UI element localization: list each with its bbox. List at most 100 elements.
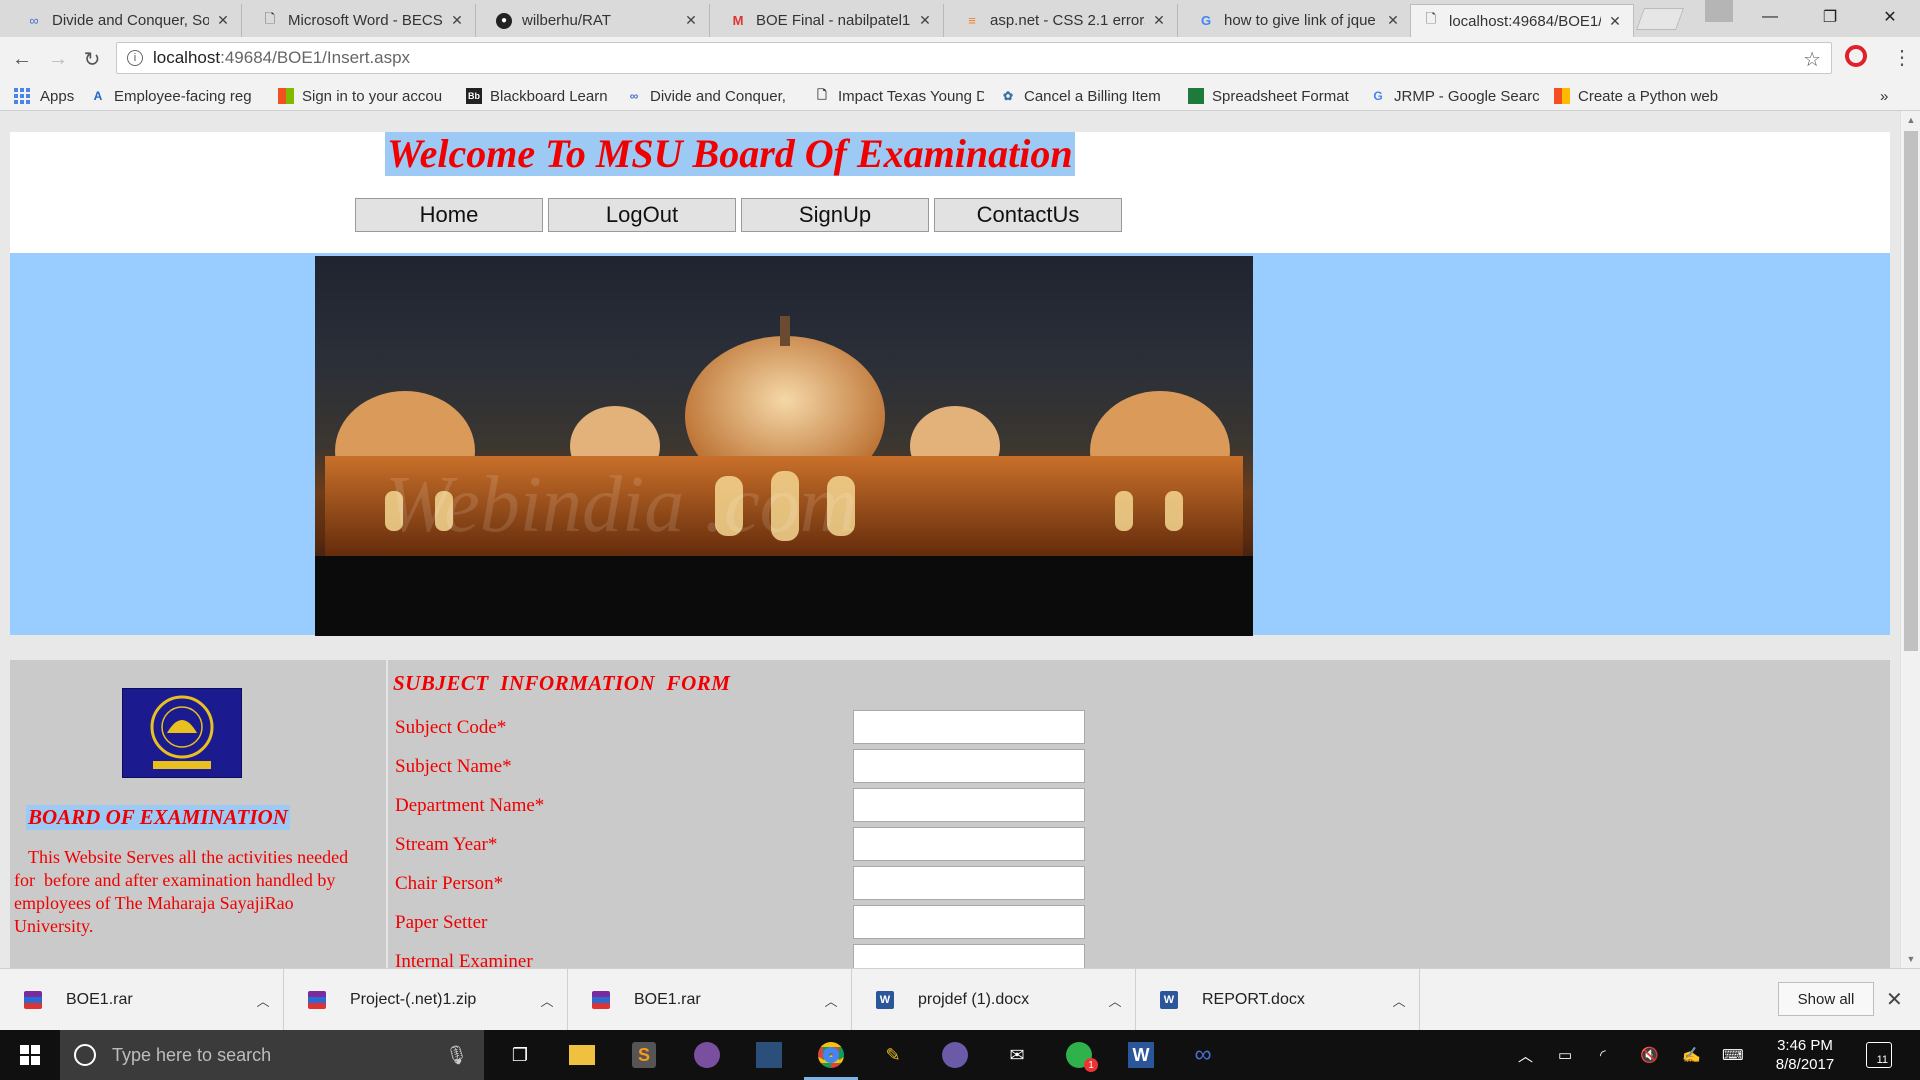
- internal-examiner-input[interactable]: [853, 944, 1085, 968]
- volume-muted-icon[interactable]: 🔇: [1640, 1030, 1659, 1080]
- minimize-icon[interactable]: —: [1740, 0, 1800, 34]
- chrome-icon[interactable]: [804, 1038, 858, 1080]
- close-tab-icon[interactable]: ✕: [1151, 12, 1167, 29]
- restore-icon[interactable]: ❐: [1800, 0, 1860, 34]
- nav-contactus-button[interactable]: ContactUs: [934, 198, 1122, 232]
- taskbar-clock[interactable]: 3:46 PM 8/8/2017: [1760, 1036, 1850, 1074]
- chair-person-input[interactable]: [853, 866, 1085, 900]
- form-row-chair-person: Chair Person*: [395, 866, 1095, 900]
- tab-gmail[interactable]: M BOE Final - nabilpatel1 ✕: [718, 4, 944, 37]
- tab-github-rat[interactable]: ● wilberhu/RAT ✕: [484, 4, 710, 37]
- back-arrow-icon[interactable]: ←: [8, 45, 36, 73]
- nav-logout-button[interactable]: LogOut: [548, 198, 736, 232]
- subject-code-input[interactable]: [853, 710, 1085, 744]
- battery-icon[interactable]: ▭: [1558, 1030, 1572, 1080]
- bookmark-impact-texas[interactable]: 🗋 Impact Texas Young D: [814, 86, 984, 106]
- info-icon[interactable]: i: [127, 50, 143, 66]
- bookmark-spreadsheet[interactable]: Spreadsheet Format: [1188, 86, 1349, 106]
- word-icon[interactable]: W: [1124, 1038, 1158, 1072]
- keyboard-icon[interactable]: ⌨: [1722, 1030, 1744, 1080]
- bookmark-label: JRMP - Google Searc: [1394, 87, 1540, 105]
- close-tab-icon[interactable]: ✕: [917, 12, 933, 29]
- taskbar-search[interactable]: Type here to search 🎙: [60, 1030, 484, 1080]
- address-bar[interactable]: i localhost:49684/BOE1/Insert.aspx ☆: [116, 42, 1832, 74]
- browser-toolbar: ← → ↻ i localhost:49684/BOE1/Insert.aspx…: [0, 37, 1920, 81]
- whatsapp-icon[interactable]: 1: [1062, 1038, 1098, 1072]
- paper-setter-label: Paper Setter: [395, 912, 488, 933]
- infinity-app-icon[interactable]: ∞: [1186, 1038, 1220, 1072]
- forward-arrow-icon[interactable]: →: [44, 45, 72, 73]
- chevron-up-icon[interactable]: ︿: [243, 991, 283, 1010]
- download-filename: BOE1.rar: [634, 991, 701, 1008]
- download-item[interactable]: Project-(.net)1.zip ︿: [284, 969, 568, 1031]
- file-explorer-icon[interactable]: [565, 1038, 599, 1072]
- reload-icon[interactable]: ↻: [78, 45, 106, 73]
- board-heading: BOARD OF EXAMINATION: [26, 805, 290, 830]
- scroll-down-arrow-icon[interactable]: ▼: [1901, 950, 1920, 968]
- microsoft-icon: [278, 88, 294, 104]
- download-item[interactable]: W projdef (1).docx ︿: [852, 969, 1136, 1031]
- visual-studio-icon[interactable]: [752, 1038, 786, 1072]
- scroll-up-arrow-icon[interactable]: ▲: [1901, 111, 1920, 129]
- paper-setter-input[interactable]: [853, 905, 1085, 939]
- show-hidden-icons-icon[interactable]: ︿: [1518, 1030, 1533, 1080]
- menu-icon[interactable]: ⋮: [1892, 45, 1912, 70]
- bookmark-sign-in[interactable]: Sign in to your accou: [278, 86, 450, 106]
- form-row-internal-examiner: Internal Examiner: [395, 944, 1095, 968]
- eclipse-icon[interactable]: [938, 1038, 972, 1072]
- close-tab-icon[interactable]: ✕: [1385, 12, 1401, 29]
- bookmarks-overflow-button[interactable]: »: [1880, 86, 1888, 106]
- nav-home-button[interactable]: Home: [355, 198, 543, 232]
- bookmark-divide-and-conquer[interactable]: ∞ Divide and Conquer,: [626, 86, 792, 106]
- microphone-icon[interactable]: 🎙: [445, 1045, 468, 1066]
- wifi-icon[interactable]: ◜: [1600, 1030, 1606, 1080]
- sublime-text-icon[interactable]: S: [627, 1038, 661, 1072]
- chevron-up-icon[interactable]: ︿: [811, 991, 851, 1010]
- pen-icon[interactable]: ✍: [1682, 1030, 1701, 1080]
- bookmark-label: Cancel a Billing Item: [1024, 87, 1161, 105]
- download-item[interactable]: BOE1.rar ︿: [0, 969, 284, 1031]
- close-window-icon[interactable]: ✕: [1860, 0, 1920, 34]
- tab-title: how to give link of jque: [1224, 12, 1376, 29]
- chevron-up-icon[interactable]: ︿: [1379, 991, 1419, 1010]
- close-tab-icon[interactable]: ✕: [1607, 13, 1623, 30]
- bookmark-blackboard[interactable]: Bb Blackboard Learn: [466, 86, 608, 106]
- address-host: localhost: [153, 48, 221, 67]
- tab-google-search[interactable]: G how to give link of jque ✕: [1186, 4, 1412, 37]
- show-all-button[interactable]: Show all: [1778, 982, 1874, 1016]
- mail-icon[interactable]: ✉: [1000, 1038, 1034, 1072]
- opera-extension-icon[interactable]: [1845, 45, 1867, 67]
- page-icon: 🗋: [817, 87, 827, 102]
- profile-icon[interactable]: [1705, 0, 1733, 22]
- star-icon[interactable]: ☆: [1803, 47, 1821, 72]
- close-tab-icon[interactable]: ✕: [215, 12, 231, 29]
- tab-stackoverflow[interactable]: ≡ asp.net - CSS 2.1 errors ✕: [952, 4, 1178, 37]
- bookmark-cancel-billing[interactable]: ✿ Cancel a Billing Item: [1000, 86, 1172, 106]
- page-scrollbar[interactable]: ▲ ▼: [1900, 111, 1920, 968]
- tab-divide-and-conquer[interactable]: ∞ Divide and Conquer, So ✕: [14, 4, 242, 37]
- stream-year-input[interactable]: [853, 827, 1085, 861]
- settings-tool-icon[interactable]: ✎: [876, 1038, 910, 1072]
- bookmark-create-python[interactable]: Create a Python web: [1554, 86, 1718, 106]
- action-center-icon[interactable]: 11: [1866, 1042, 1892, 1068]
- tab-localhost-active[interactable]: 🗋 localhost:49684/BOE1/ ✕: [1410, 4, 1634, 37]
- nav-signup-button[interactable]: SignUp: [741, 198, 929, 232]
- chevron-up-icon[interactable]: ︿: [527, 991, 567, 1010]
- close-tab-icon[interactable]: ✕: [449, 12, 465, 29]
- bookmark-employee-facing[interactable]: A Employee-facing reg: [90, 86, 260, 106]
- close-tab-icon[interactable]: ✕: [683, 12, 699, 29]
- download-item[interactable]: W REPORT.docx ︿: [1136, 969, 1420, 1031]
- close-icon[interactable]: ✕: [1886, 987, 1903, 1012]
- chevron-up-icon[interactable]: ︿: [1095, 991, 1135, 1010]
- scroll-thumb[interactable]: [1904, 131, 1918, 651]
- bookmark-jrmp[interactable]: G JRMP - Google Searc: [1370, 86, 1540, 106]
- github-desktop-icon[interactable]: [690, 1038, 724, 1072]
- new-tab-button[interactable]: [1635, 8, 1685, 30]
- tab-microsoft-word[interactable]: 🗋 Microsoft Word - BECS ✕: [250, 4, 476, 37]
- download-item[interactable]: BOE1.rar ︿: [568, 969, 852, 1031]
- department-name-input[interactable]: [853, 788, 1085, 822]
- subject-name-input[interactable]: [853, 749, 1085, 783]
- bookmark-apps[interactable]: Apps: [14, 86, 74, 106]
- task-view-icon[interactable]: ❐: [503, 1038, 537, 1072]
- start-button[interactable]: [0, 1030, 60, 1080]
